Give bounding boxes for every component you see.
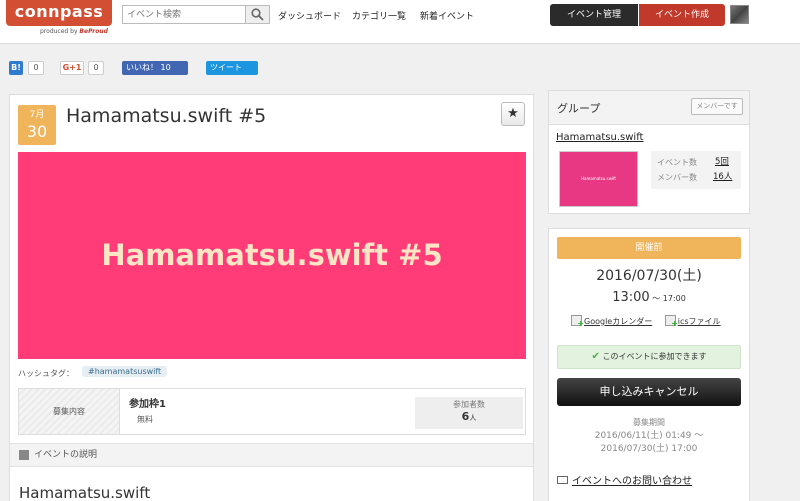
- group-panel: グループ メンバーです Hamamatsu.swift Hamamatsu.sw…: [548, 90, 750, 214]
- group-header: グループ メンバーです: [549, 91, 749, 125]
- bookmark-star-button[interactable]: ★: [501, 102, 525, 126]
- group-name-link[interactable]: Hamamatsu.swift: [556, 132, 643, 143]
- recruit-label: 募集内容: [19, 389, 120, 434]
- event-month: 7月: [29, 110, 45, 120]
- contact-link[interactable]: イベントへのお問い合わせ: [572, 476, 692, 487]
- nav-categories[interactable]: カテゴリ一覧: [352, 9, 406, 22]
- group-header-title: グループ: [557, 102, 601, 115]
- group-stats: イベント数 5回 メンバー数 16人: [651, 151, 741, 189]
- ics-file-link[interactable]: icsファイル: [678, 317, 721, 326]
- description-header-label: イベントの説明: [34, 450, 98, 460]
- period-label: 募集期間: [633, 418, 665, 427]
- google-calendar-link[interactable]: Googleカレンダー: [584, 317, 652, 326]
- period-start: 2016/06/11(土) 01:49 ～: [594, 431, 704, 441]
- search-box: [122, 5, 270, 24]
- event-manage-button[interactable]: イベント管理: [550, 4, 638, 26]
- event-main-card: 7月 30 Hamamatsu.swift #5 ★ Hamamatsu.swi…: [9, 94, 534, 501]
- period-end: 2016/07/30(土) 17:00: [600, 444, 698, 454]
- group-thumbnail[interactable]: Hamamatsu.swift: [559, 151, 638, 207]
- hashtag-link[interactable]: #hamamatsuswift: [82, 366, 168, 377]
- recruit-section: 募集内容 参加枠1 無料 参加者数 6人: [18, 388, 526, 435]
- nav-new-events[interactable]: 新着イベント: [420, 9, 474, 22]
- event-time: 13:00 ～ 17:00: [612, 290, 686, 305]
- can-join-text: このイベントに参加できます: [602, 352, 707, 361]
- hatena-bookmark-button[interactable]: B!: [9, 61, 23, 75]
- can-join-notice: ✔ このイベントに参加できます: [557, 345, 741, 369]
- attendees-label: 参加者数: [453, 400, 485, 409]
- facebook-like-button[interactable]: いいね！ 10: [122, 61, 188, 75]
- cancel-application-button[interactable]: 申し込みキャンセル: [557, 378, 741, 406]
- attendees-box: 参加者数 6人: [415, 397, 523, 429]
- event-date: 2016/07/30(土): [596, 268, 702, 284]
- description-header: イベントの説明: [10, 443, 533, 467]
- calendar-links: Googleカレンダー icsファイル: [571, 315, 731, 328]
- search-input[interactable]: [123, 6, 246, 23]
- mail-icon: [557, 476, 568, 484]
- hashtag-label: ハッシュタグ：: [18, 369, 74, 378]
- event-banner-image: Hamamatsu.swift #5: [18, 152, 526, 359]
- event-day: 30: [26, 122, 48, 141]
- top-header: connpass produced by BeProud ダッシュボード カテゴ…: [0, 0, 800, 44]
- search-button[interactable]: [245, 6, 269, 23]
- slot-name: 参加枠1: [129, 399, 166, 410]
- search-icon: [251, 8, 264, 21]
- group-members-row: メンバー数 16人: [657, 170, 735, 185]
- events-label: イベント数: [657, 158, 697, 167]
- group-events-row: イベント数 5回: [657, 155, 735, 170]
- user-avatar[interactable]: [730, 5, 749, 24]
- calendar-add-icon: [664, 315, 678, 328]
- events-count-link[interactable]: 5回: [715, 155, 729, 170]
- logo-text: connpass: [6, 0, 112, 26]
- event-status-badge: 開催前: [557, 237, 741, 259]
- gplus-button[interactable]: G+1: [60, 61, 84, 75]
- calendar-add-icon: [571, 315, 584, 328]
- member-status-button[interactable]: メンバーです: [691, 98, 743, 115]
- attendees-count: 6人: [461, 410, 477, 423]
- slot-fee: 無料: [137, 415, 153, 424]
- star-icon: ★: [507, 106, 519, 121]
- event-info-panel: 開催前 2016/07/30(土) 13:00 ～ 17:00 Googleカレ…: [548, 228, 750, 501]
- logo-subtitle: produced by BeProud: [40, 28, 108, 35]
- period-range: 2016/06/11(土) 01:49 ～ 2016/07/30(土) 17:0…: [549, 430, 749, 456]
- event-title: Hamamatsu.swift #5: [66, 105, 267, 127]
- event-create-button[interactable]: イベント作成: [639, 4, 725, 26]
- contact-link-row: イベントへのお問い合わせ: [557, 472, 692, 487]
- connpass-logo[interactable]: connpass produced by BeProud: [6, 0, 112, 40]
- tweet-button[interactable]: ツイート: [206, 61, 258, 75]
- members-label: メンバー数: [657, 173, 697, 182]
- hatena-count: 0: [28, 61, 44, 75]
- document-icon: [19, 450, 29, 460]
- check-icon: ✔: [591, 351, 600, 362]
- nav-dashboard[interactable]: ダッシュボード: [278, 9, 341, 22]
- event-date-badge: 7月 30: [18, 105, 56, 145]
- members-count-link[interactable]: 16人: [713, 170, 732, 185]
- description-title: Hamamatsu.swift: [19, 484, 151, 501]
- gplus-count: 0: [88, 61, 104, 75]
